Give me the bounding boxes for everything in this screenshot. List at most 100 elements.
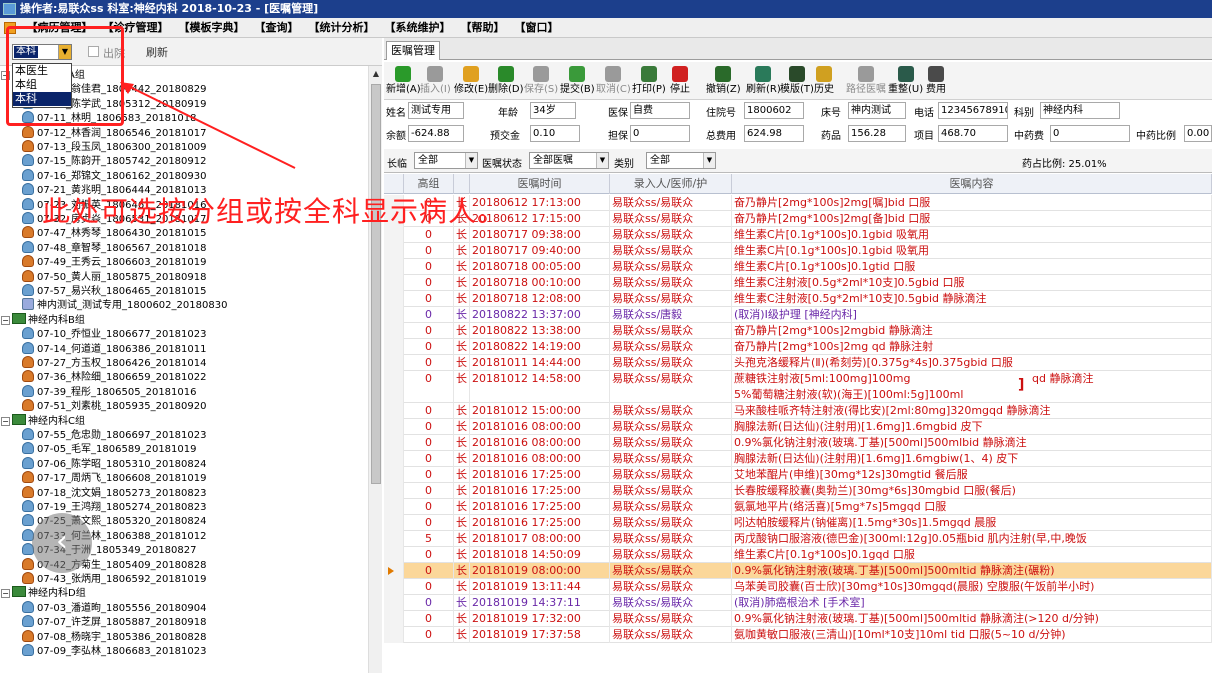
toolbar-print-button[interactable]: 打印(P) [632,64,666,98]
patient-node[interactable]: 07-09_李弘林_1806683_20181023 [22,644,207,658]
type-filter-select[interactable]: 全部 ▼ [646,152,716,169]
submit-icon [569,66,586,82]
menu-item-4[interactable]: 【统计分析】 [304,18,380,38]
table-row[interactable]: 0 长 20181016 08:00:00 易联众ss/易联众 0.9%氯化钠注射液(玻… [384,435,1212,451]
patient-node[interactable]: 07-57_易兴秋_1806465_20181015 [22,284,207,298]
toolbar-refresh-button[interactable]: 刷新(R) [746,64,781,98]
grid-header-4[interactable]: 录入人/医师/护 [610,174,732,194]
collapse-icon[interactable]: − [1,589,10,599]
table-row[interactable]: 5 长 20181017 08:00:00 易联众ss/易联众 丙戊酸钠口服溶液(德巴金… [384,531,1212,547]
table-row[interactable]: 0 长 20180718 12:08:00 易联众ss/易联众 维生素C注射液[0.5g… [384,291,1212,307]
toolbar-path-button[interactable]: 路径医嘱 [846,64,886,98]
patient-node[interactable]: 神内测试_测试专用_1800602_20180830 [22,298,227,312]
term-filter-select[interactable]: 全部 ▼ [414,152,478,169]
menu-item-3[interactable]: 【查询】 [250,18,304,38]
table-row[interactable]: 0 长 20181016 17:25:00 易联众ss/易联众 吲达帕胺缓释片(钠催离)… [384,515,1212,531]
toolbar-reorg-button[interactable]: 重整(U) [888,64,923,98]
table-row[interactable]: 0 长 20181019 17:37:58 易联众ss/易联众 氨咖黄敏口服液(三清山)… [384,627,1212,643]
table-row[interactable]: 0 长 20180822 14:19:00 易联众ss/易联众 奋乃静片[2mg*100… [384,339,1212,355]
patient-node[interactable]: 07-19_王鸿翔_1805274_20180823 [22,500,207,514]
patient-node[interactable]: 07-36_林险细_1806659_20181022 [22,370,207,384]
patient-node[interactable]: 07-08_杨晓宇_1805386_20180828 [22,629,207,644]
tree-group[interactable]: − 神经内科B组 [1,312,85,327]
table-row[interactable]: 0 长 20181019 14:37:11 易联众ss/易联众 (取消)肺癌根治术 [手… [384,595,1212,611]
toolbar-insert-button[interactable]: 插入(I) [420,64,451,98]
menu-item-7[interactable]: 【窗口】 [510,18,564,38]
patient-node[interactable]: 07-07_许芝屏_1805887_20180918 [22,615,207,629]
toolbar-submit-button[interactable]: 提交(B) [560,64,595,98]
patient-node[interactable]: 07-43_张炳用_1806592_20181019 [22,572,207,586]
table-row[interactable]: 0 长 20180822 13:37:00 易联众ss/唐毅 (取消)Ⅰ级护理 [神经内… [384,307,1212,323]
table-row[interactable]: 0 长 20181016 08:00:00 易联众ss/易联众 胸腺法新(日达仙)(注射… [384,419,1212,435]
patient-node[interactable]: 07-39_程彤_1806505_20181016 [22,384,197,399]
table-row[interactable]: 0 长 20180717 09:40:00 易联众ss/易联众 维生素C片[0.1g*1… [384,243,1212,259]
table-row[interactable]: 0 长 20180718 00:10:00 易联众ss/易联众 维生素C注射液[0.5g… [384,275,1212,291]
table-row[interactable]: 0 长 20180612 17:15:00 易联众ss/易联众 奋乃静片[2mg*100… [384,211,1212,227]
patient-node[interactable]: 07-17_周炳飞_1806608_20181019 [22,471,207,485]
tab-order-management[interactable]: 医嘱管理 [386,41,440,60]
table-row[interactable]: 0 长 20180822 13:38:00 易联众ss/易联众 奋乃静片[2mg*100… [384,323,1212,339]
toolbar-template-button[interactable]: 模版(T) [780,64,814,98]
table-row[interactable]: 0 长 20181019 08:00:00 易联众ss/易联众 0.9%氯化钠注射液(玻… [384,563,1212,579]
table-row[interactable]: 0 长 20181016 08:00:00 易联众ss/易联众 胸腺法新(日达仙)(注射… [384,451,1212,467]
patient-node[interactable]: 07-05_毛军_1806589_20181019 [22,442,197,456]
patient-node[interactable]: 07-48_章智琴_1806567_20181018 [22,240,207,255]
row-time: 20181016 08:00:00 [470,435,610,451]
menu-item-5[interactable]: 【系统维护】 [380,18,456,38]
row-group-no: 0 [404,579,454,595]
table-row[interactable]: 0 长 20181016 17:25:00 易联众ss/易联众 氨氯地平片(络活喜)[5… [384,499,1212,515]
patient-node[interactable]: 07-51_刘素桃_1805935_20180920 [22,399,207,413]
patient-node[interactable]: 07-27_方玉权_1806426_20181014 [22,356,207,370]
patient-node[interactable]: 07-03_潘道昫_1805556_20180904 [22,600,207,615]
toolbar-history-button[interactable]: 历史 [814,64,834,98]
menu-item-6[interactable]: 【帮助】 [456,18,510,38]
table-row[interactable]: 0 长 20181019 17:32:00 易联众ss/易联众 0.9%氯化钠注射液(玻… [384,611,1212,627]
toolbar-add-button[interactable]: 新增(A) [386,64,421,98]
table-row[interactable]: 0 长 20181012 15:00:00 易联众ss/易联众 马来酸桂哌齐特注射液(得… [384,403,1212,419]
toolbar-save-button[interactable]: 保存(S) [524,64,558,98]
toolbar-stop-button[interactable]: 停止 [670,64,690,98]
bed-label: 床号 [821,108,841,119]
row-group-no: 0 [404,259,454,275]
patient-node[interactable]: 07-50_黄人丽_1805875_20180918 [22,269,207,284]
male-patient-icon [22,500,34,512]
toolbar-undo-button[interactable]: 取消(C) [596,64,631,98]
patient-node[interactable]: 07-10_乔恒业_1806677_20181023 [22,327,207,341]
row-group-no: 0 [404,563,454,579]
patient-node[interactable]: 07-49_王秀云_1806603_20181019 [22,255,207,269]
patient-node[interactable]: 07-06_陈学昭_1805310_20180824 [22,456,207,471]
table-row[interactable]: 0 长 20181019 13:11:44 易联众ss/易联众 乌苯美司胶囊(百士欣)[… [384,579,1212,595]
patient-node[interactable]: 07-14_何道道_1806386_20181011 [22,341,207,356]
grid-header-5[interactable]: 医嘱内容 [732,174,1212,194]
tree-group[interactable]: − 神经内科D组 [1,586,86,600]
table-row[interactable]: 0 长 20181018 14:50:09 易联众ss/易联众 维生素C片[0.1g*1… [384,547,1212,563]
status-filter-select[interactable]: 全部医嘱 ▼ [529,152,609,169]
table-row[interactable]: 0 长 20180718 00:05:00 易联众ss/易联众 维生素C片[0.1g*1… [384,259,1212,275]
tree-group[interactable]: − 神经内科C组 [1,413,85,428]
male-patient-icon [22,341,34,354]
scroll-up-icon[interactable]: ▲ [370,68,382,80]
scroll-thumb[interactable] [371,84,381,484]
patient-node[interactable]: 07-18_沈文娟_1805273_20180823 [22,485,207,500]
chevron-left-icon[interactable]: ‹ [32,513,92,573]
male-patient-icon [22,197,34,210]
toolbar-edit-button[interactable]: 修改(E) [454,64,488,98]
tree-scrollbar[interactable]: ▲ [368,66,382,673]
toolbar-delete-button[interactable]: 删除(D) [488,64,524,98]
row-content: 0.9%氯化钠注射液(玻璃.丁基)[500ml]500mltid 静脉滴注(碾粉… [732,563,1212,579]
table-row[interactable]: 0 长 20181016 17:25:00 易联众ss/易联众 艾地苯醌片(申维)[30… [384,467,1212,483]
row-author: 易联众ss/易联众 [610,563,732,579]
toolbar-revoke-button[interactable]: 撤销(Z) [706,64,741,98]
refresh-button[interactable]: 刷新 [146,44,168,60]
table-row[interactable]: 0 长 20180717 09:38:00 易联众ss/易联众 维生素C片[0.1g*1… [384,227,1212,243]
table-row[interactable]: 0 长 20180612 17:13:00 易联众ss/易联众 奋乃静片[2mg*100… [384,195,1212,211]
table-row[interactable]: 0 长 20181012 14:58:00 易联众ss/易联众 蔗糖铁注射液[5ml:1… [384,371,1212,403]
table-row[interactable]: 0 长 20181016 17:25:00 易联众ss/易联众 长春胺缓释胶囊(奥勃兰)… [384,483,1212,499]
row-content: 维生素C片[0.1g*100s]0.1gbid 吸氧用 [732,227,1212,243]
table-row[interactable]: 0 长 20181011 14:44:00 易联众ss/易联众 头孢克洛缓释片(Ⅱ)(希… [384,355,1212,371]
toolbar-fee-button[interactable]: 费用 [926,64,946,98]
collapse-icon[interactable]: − [1,416,10,426]
menu-item-2[interactable]: 【模板字典】 [174,18,250,38]
patient-node[interactable]: 07-55_危忠勋_1806697_20181023 [22,428,207,442]
collapse-icon[interactable]: − [1,315,10,325]
